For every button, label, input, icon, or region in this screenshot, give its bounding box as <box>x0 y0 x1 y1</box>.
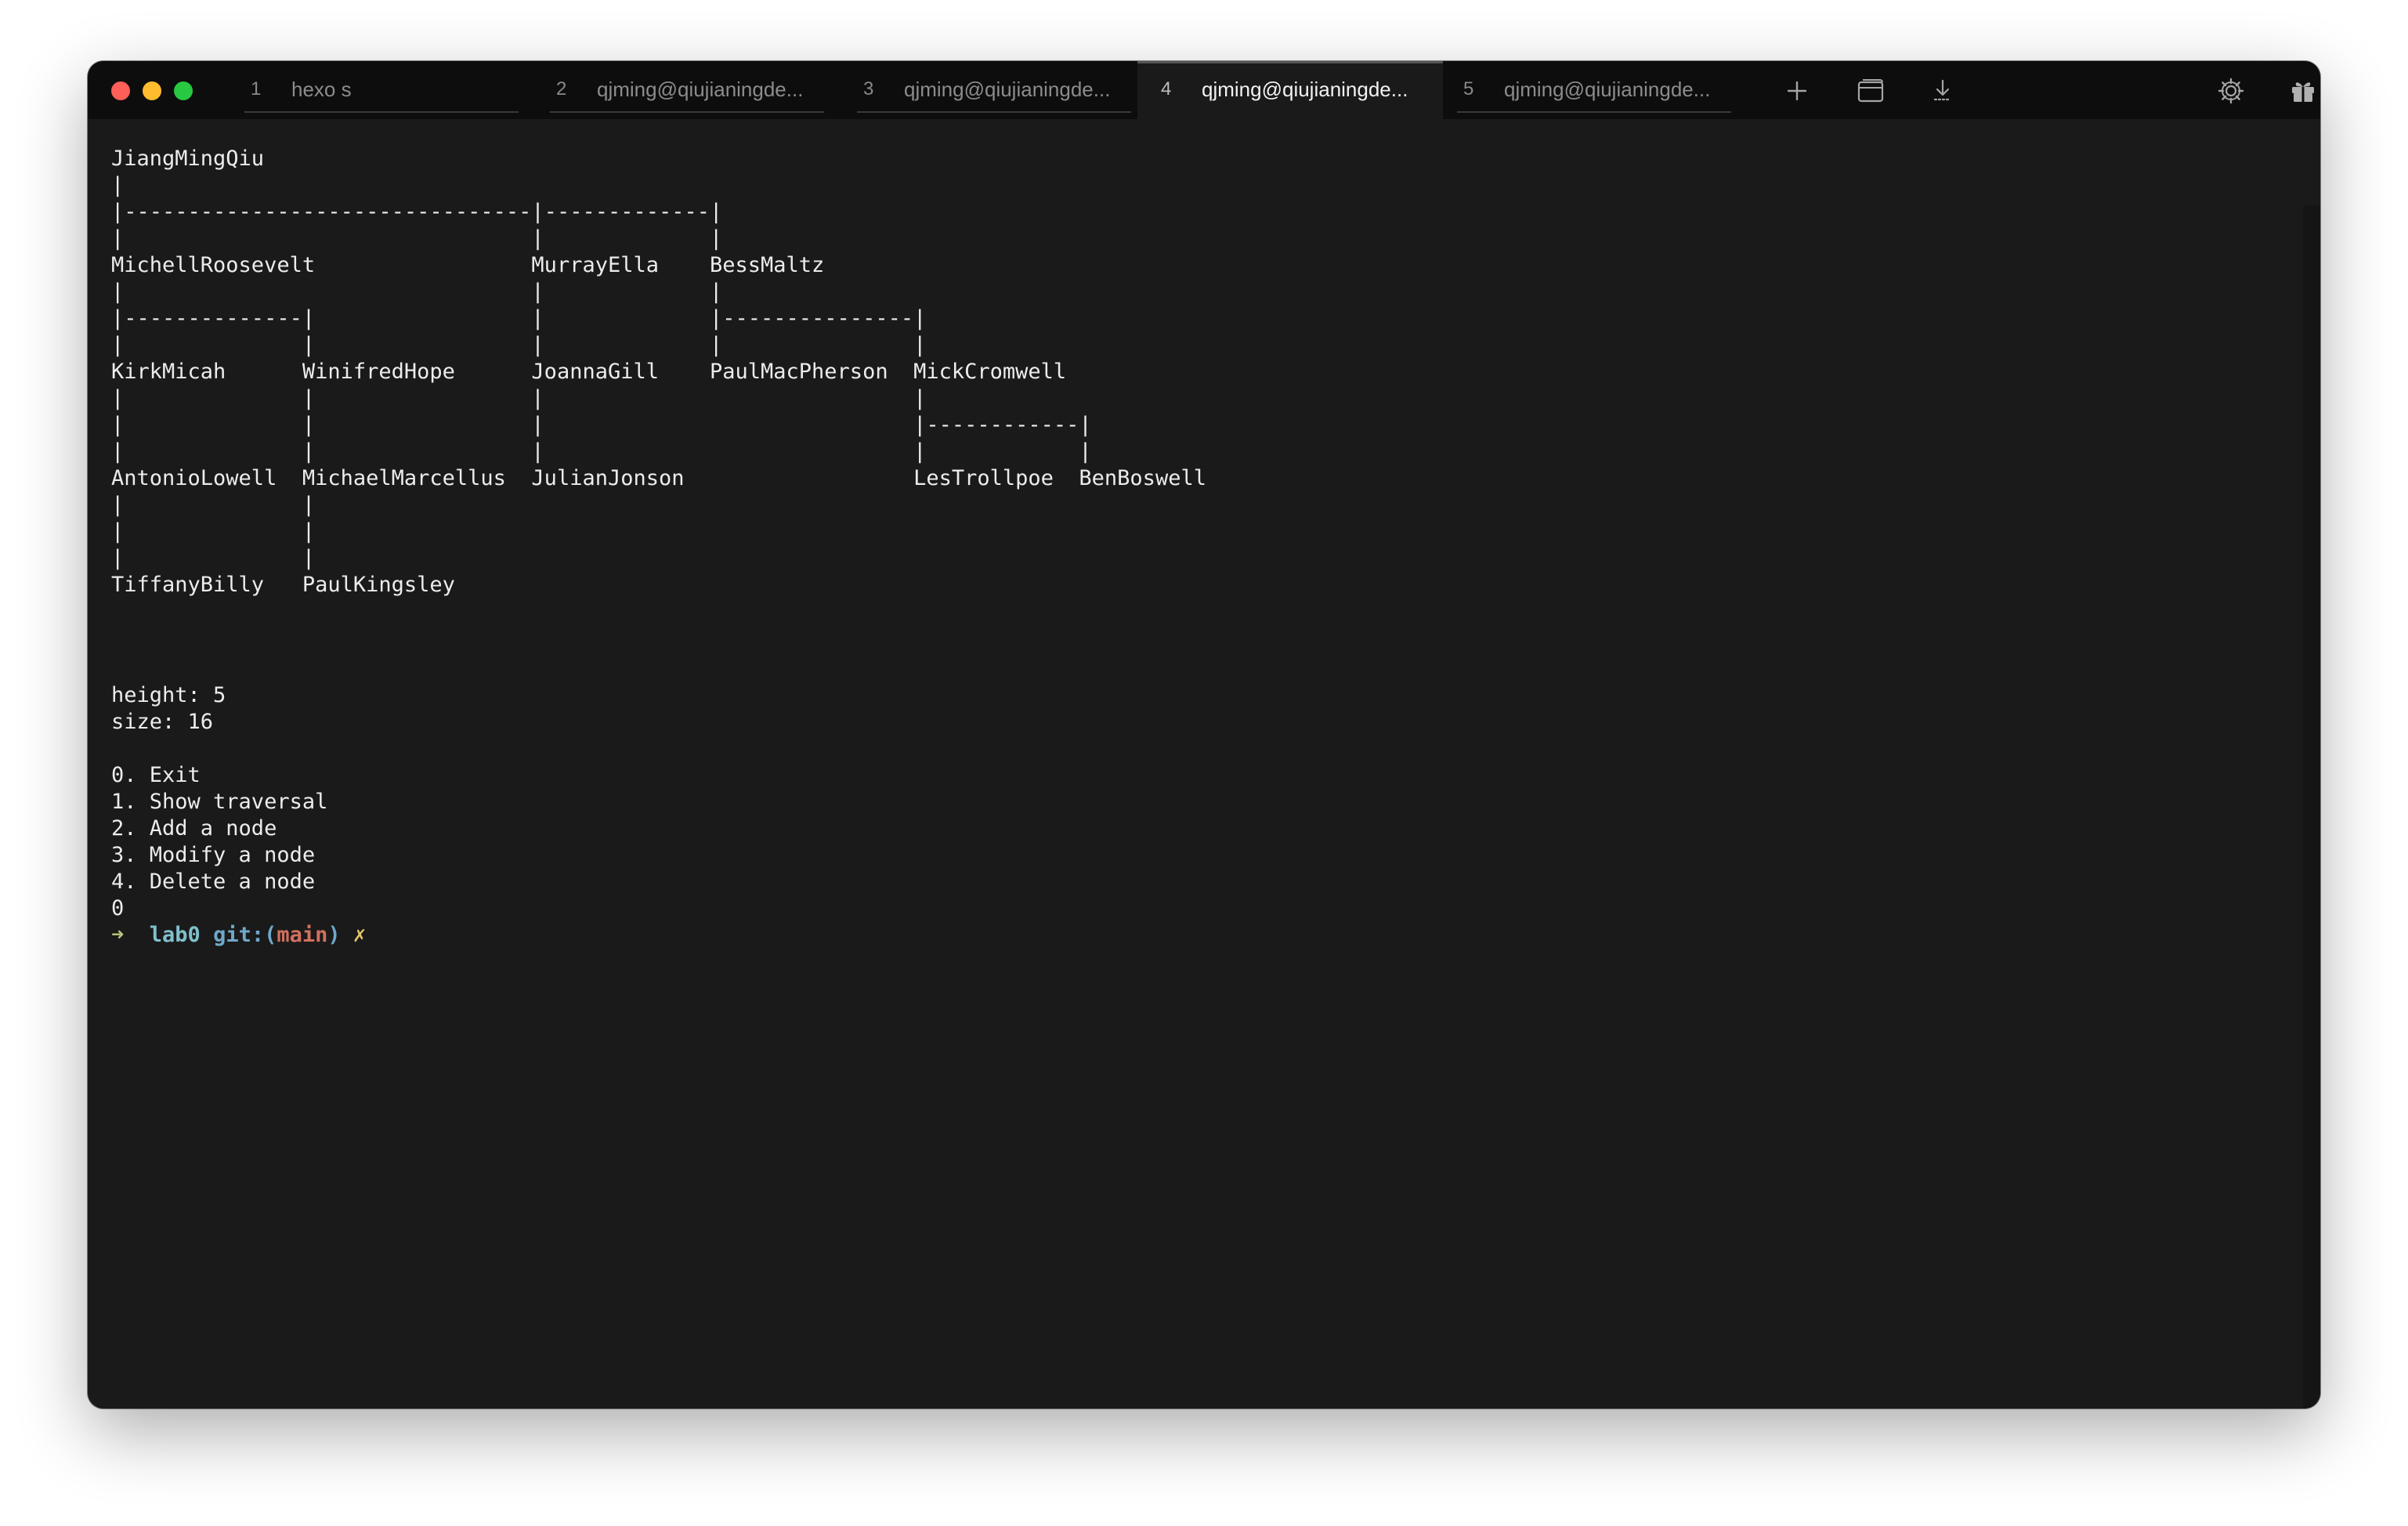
tab-2[interactable]: 2 qjming@qiujianingde... <box>550 61 824 119</box>
close-window-button[interactable] <box>111 81 130 100</box>
maximize-window-button[interactable] <box>174 81 193 100</box>
scrollbar-track[interactable] <box>2303 205 2320 1408</box>
tab-underline <box>244 111 519 113</box>
tab-number: 3 <box>863 78 874 99</box>
tab-number: 5 <box>1463 78 1474 99</box>
tab-1[interactable]: 1 hexo s <box>244 61 519 119</box>
tab-title: hexo s <box>291 78 352 101</box>
tab-underline <box>857 111 1131 113</box>
tab-underline <box>1457 111 1731 113</box>
prompt-directory: lab0 <box>149 923 201 947</box>
download-icon[interactable] <box>1927 75 1958 107</box>
user-input-line: 0 <box>111 896 125 920</box>
terminal-output: height: 5 size: 16 0. Exit 1. Show trave… <box>111 682 366 949</box>
prompt-dirty-icon: ✗ <box>353 923 367 947</box>
split-pane-icon[interactable] <box>1855 75 1886 107</box>
tab-title: qjming@qiujianingde... <box>904 78 1111 101</box>
tab-number: 2 <box>556 78 567 99</box>
menu-item-modify-node: 3. Modify a node <box>111 843 316 867</box>
prompt-git-prefix: git:( <box>213 923 277 947</box>
title-bar: 1 hexo s 2 qjming@qiujianingde... 3 qjmi… <box>88 61 2320 119</box>
prompt-git-branch: main <box>277 923 328 947</box>
tab-3[interactable]: 3 qjming@qiujianingde... <box>857 61 1131 119</box>
prompt-arrow-icon: ➜ <box>111 923 125 947</box>
active-tab-indicator <box>1137 61 1443 63</box>
minimize-window-button[interactable] <box>143 81 161 100</box>
tab-number: 1 <box>251 78 262 99</box>
gift-icon[interactable] <box>2287 75 2319 107</box>
tab-title: qjming@qiujianingde... <box>597 78 804 101</box>
tab-4[interactable]: 4 qjming@qiujianingde... <box>1137 61 1443 119</box>
tab-5[interactable]: 5 qjming@qiujianingde... <box>1457 61 1731 119</box>
tree-output: JiangMingQiu | |------------------------… <box>111 146 1206 597</box>
menu-item-add-node: 2. Add a node <box>111 816 277 841</box>
plus-icon[interactable] <box>1781 75 1813 107</box>
size-line: size: 16 <box>111 710 214 734</box>
tab-number: 4 <box>1161 78 1172 99</box>
height-line: height: 5 <box>111 683 226 707</box>
menu-item-exit: 0. Exit <box>111 763 201 787</box>
gear-icon[interactable] <box>2215 75 2247 107</box>
menu-item-delete-node: 4. Delete a node <box>111 870 316 894</box>
prompt-git-suffix: ) <box>327 923 341 947</box>
terminal-window: 1 hexo s 2 qjming@qiujianingde... 3 qjmi… <box>88 61 2320 1408</box>
tab-title: qjming@qiujianingde... <box>1202 78 1408 101</box>
tab-underline <box>550 111 824 113</box>
shell-prompt[interactable]: ➜ lab0 git:(main) ✗ <box>111 922 366 949</box>
menu-item-show-traversal: 1. Show traversal <box>111 790 328 814</box>
tab-title: qjming@qiujianingde... <box>1504 78 1711 101</box>
